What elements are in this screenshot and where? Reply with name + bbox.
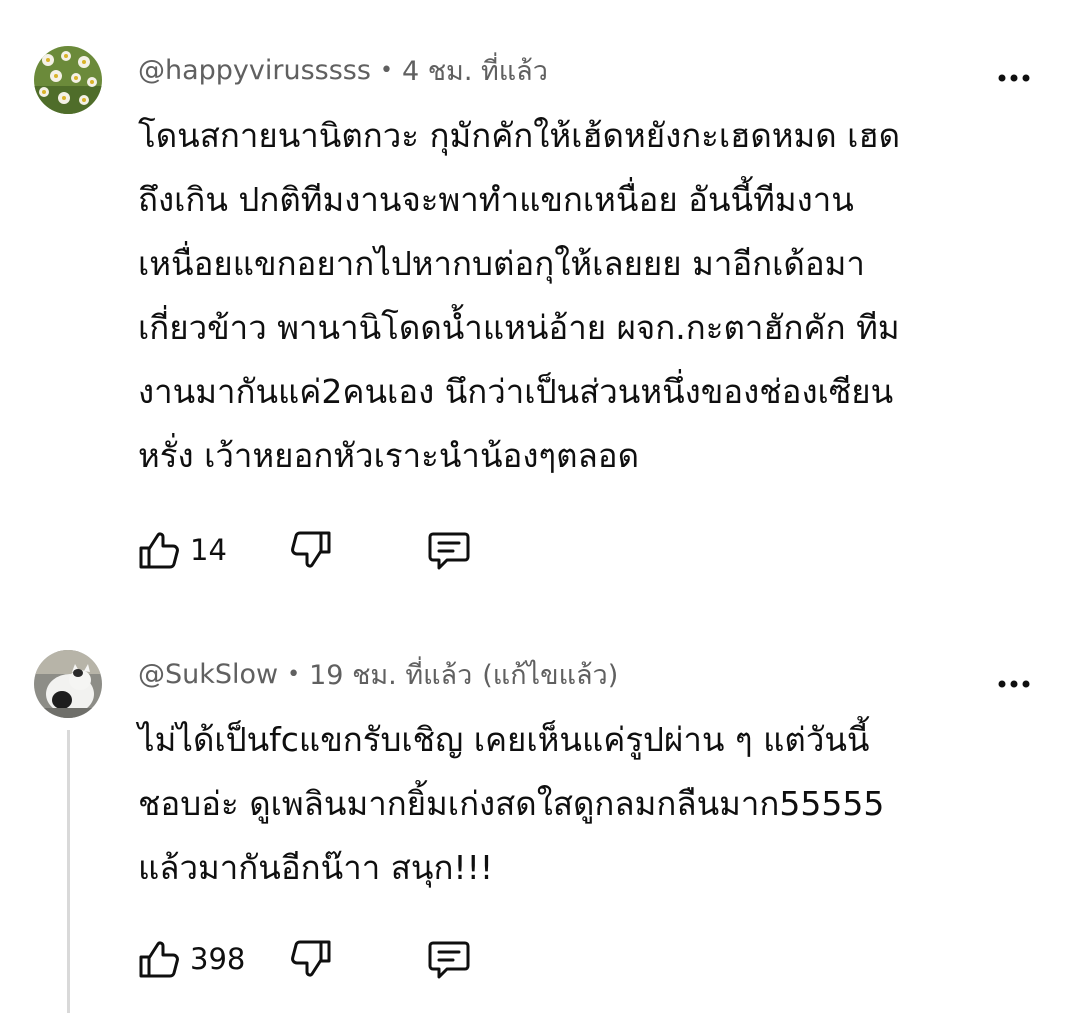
thumbs-up-icon [139, 941, 179, 978]
comment-line: แล้วมากันอีกน๊าา สนุก!!! [138, 848, 494, 887]
comment-text: ไม่ได้เป็นfcแขกรับเชิญ เคยเห็นแค่รูปผ่าน… [138, 708, 1018, 900]
reply-comment-icon [428, 941, 470, 979]
thread-line [67, 730, 70, 1013]
dislike-button[interactable] [286, 934, 336, 984]
comment-header: @SukSlow • 19 ชม. ที่แล้ว (แก้ไขแล้ว) [138, 652, 618, 696]
comment-line: ไม่ได้เป็นfcแขกรับเชิญ เคยเห็นแค่รูปผ่าน… [138, 720, 870, 759]
avatar[interactable] [34, 650, 102, 718]
comment-line: ชอบอ่ะ ดูเพลินมากยิ้มเก่งสดใสดูกลมกลืนมา… [138, 784, 885, 823]
more-options-icon [998, 680, 1030, 688]
more-options-button[interactable] [996, 666, 1032, 702]
separator-dot: • [287, 661, 301, 687]
comment-actions: 398 [134, 932, 474, 986]
timestamp[interactable]: 19 ชม. ที่แล้ว [309, 653, 472, 696]
comment-2: @SukSlow • 19 ชม. ที่แล้ว (แก้ไขแล้ว) ไม… [0, 0, 1080, 1013]
author-name[interactable]: @SukSlow [138, 659, 278, 690]
reply-button[interactable] [424, 934, 474, 984]
cat-photo-avatar [34, 650, 102, 718]
edited-label: (แก้ไขแล้ว) [482, 659, 619, 691]
like-button[interactable] [134, 934, 184, 984]
thumbs-down-icon [291, 940, 331, 977]
like-count: 398 [190, 942, 246, 976]
